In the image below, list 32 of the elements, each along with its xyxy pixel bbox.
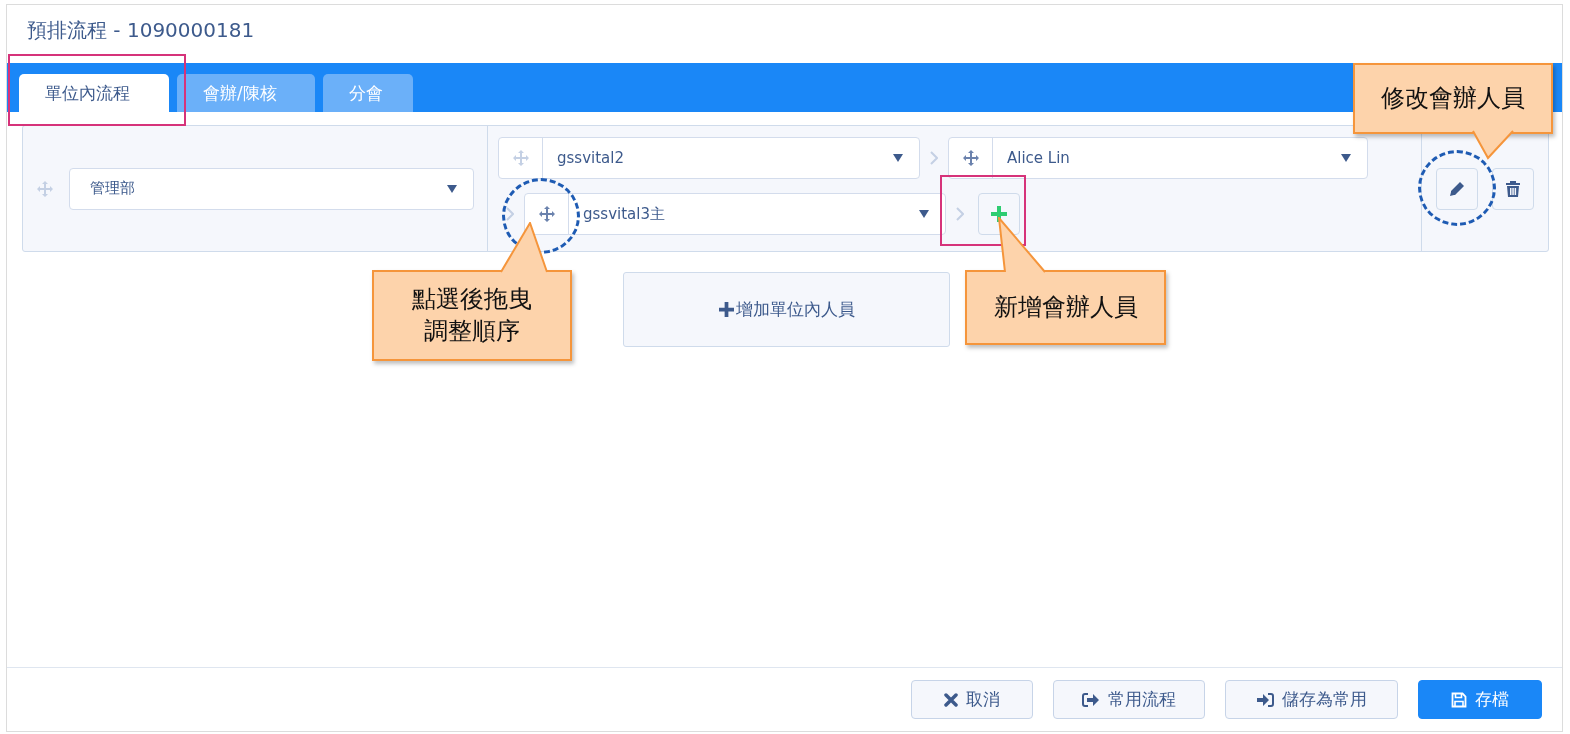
edit-button[interactable] xyxy=(1436,167,1478,210)
member-select-value: gssvital2 xyxy=(556,148,625,169)
save-icon xyxy=(1451,691,1467,708)
chevron-icon xyxy=(930,151,938,165)
close-icon xyxy=(944,692,958,707)
member-select[interactable]: gssvital3主 xyxy=(524,193,946,235)
callout-text: 點選後拖曳 xyxy=(412,284,532,316)
footer-button[interactable]: 常用流程 xyxy=(1053,680,1205,719)
footer-button[interactable]: 存檔 xyxy=(1418,680,1542,719)
plus-icon xyxy=(718,302,734,317)
footer-button[interactable]: 儲存為常用 xyxy=(1225,680,1398,719)
trash-icon xyxy=(1506,180,1520,197)
member-select-value: gssvital3主 xyxy=(582,203,666,225)
department-select[interactable]: 管理部 xyxy=(69,167,474,210)
member-select[interactable]: gssvital2 xyxy=(498,137,920,179)
callout-text: 修改會辦人員 xyxy=(1381,82,1525,114)
member-select-value: 管理部 xyxy=(89,178,136,199)
drag-handle-icon[interactable] xyxy=(37,180,53,197)
delete-button[interactable] xyxy=(1492,167,1534,210)
member-select[interactable]: Alice Lin xyxy=(948,137,1368,179)
footer-button[interactable]: 取消 xyxy=(911,680,1033,719)
chevron-icon xyxy=(506,207,514,221)
chevron-icon xyxy=(956,207,964,221)
callout-text: 調整順序 xyxy=(424,315,520,347)
sign-out-icon xyxy=(1082,691,1100,708)
window-title: 預排流程 - 1090000181 xyxy=(26,17,256,44)
sign-in-icon xyxy=(1256,691,1274,708)
tab[interactable]: 單位內流程 xyxy=(19,74,169,112)
callout-text: 新增會辦人員 xyxy=(993,291,1138,323)
pencil-icon xyxy=(1449,180,1465,197)
add-member-button[interactable]: 增加單位內人員 xyxy=(623,272,950,347)
member-select-value: Alice Lin xyxy=(1006,148,1071,169)
